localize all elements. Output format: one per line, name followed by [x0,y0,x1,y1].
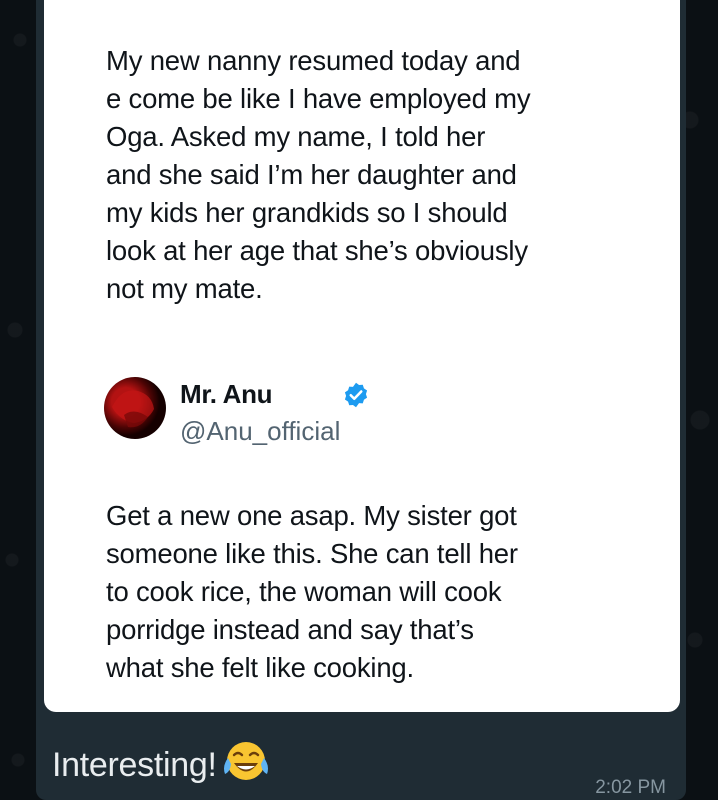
caption-text: Interesting! [52,745,217,784]
author-name: Mr. Anu [180,379,273,409]
author-handle: @Anu_official [180,416,341,446]
avatar [104,377,166,439]
quoted-tweet-text: My new nanny resumed today and e come be… [106,45,531,304]
reply-tweet-text: Get a new one asap. My sister got someon… [106,500,518,683]
reply-author-row: Mr. Anu @Anu_official [104,377,604,447]
tweet-screenshot-image[interactable]: My new nanny resumed today and e come be… [44,0,680,712]
verified-badge-icon [344,382,368,408]
message-timestamp: 2:02 PM [595,777,666,798]
face-with-tears-of-joy-icon [223,742,268,780]
message-caption: Interesting! [52,742,271,788]
